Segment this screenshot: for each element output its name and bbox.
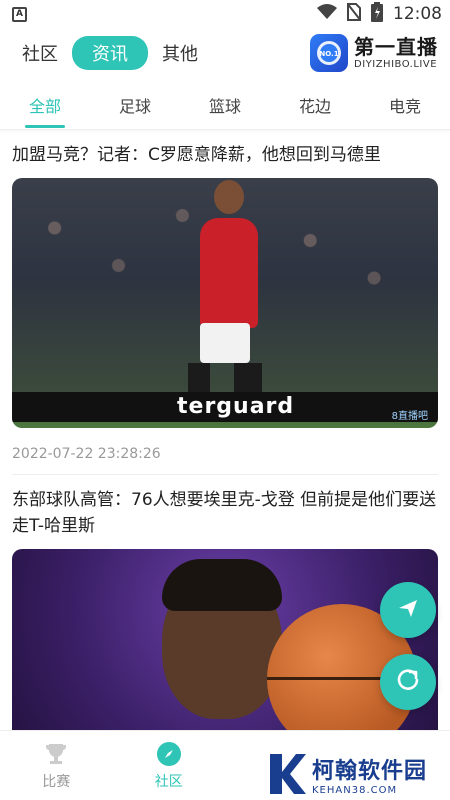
status-time: 12:08 [393,4,442,24]
brand-name: 第一直播 [354,34,438,59]
refresh-icon [396,668,420,696]
image-watermark: 8直播吧 [391,411,428,422]
battery-icon [371,1,383,27]
tab-community[interactable]: 社区 [16,36,64,70]
image-player-shirt [200,218,258,328]
category-basketball[interactable]: 篮球 [205,80,245,130]
brand: NO.1 第一直播 DIYIZHIBO.LIVE [310,34,438,72]
kehan-logo-icon [266,752,306,796]
category-gossip[interactable]: 花边 [295,80,335,130]
nav-matches-label: 比赛 [42,773,71,790]
article-title[interactable]: 东部球队高管：76人想要埃里克-戈登 但前提是他们要送走T-哈里斯 [12,475,438,539]
tab-news[interactable]: 资讯 [72,36,148,70]
image-player-head [214,180,244,214]
refresh-fab-button[interactable] [380,654,436,710]
category-bar: 全部 足球 篮球 花边 电竞 [0,80,450,130]
nav-matches[interactable]: 比赛 [0,731,113,800]
category-football[interactable]: 足球 [115,80,155,130]
article-timestamp: 2022-07-22 23:28:26 [12,428,438,475]
send-fab-button[interactable] [380,582,436,638]
article-card[interactable]: 加盟马竞？记者：C罗愿意降薪，他想回到马德里 terguard 8直播吧 202… [0,130,450,475]
article-image[interactable]: terguard 8直播吧 [12,178,438,428]
nav-community[interactable]: 社区 [113,731,226,800]
nav-community-label: 社区 [154,773,183,790]
status-bar: A 12:08 [0,0,450,28]
status-left: A [12,6,27,22]
kehan-url: KEHAN38.COM [312,784,398,796]
news-feed: 加盟马竞？记者：C罗愿意降薪，他想回到马德里 terguard 8直播吧 202… [0,130,450,730]
tab-other[interactable]: 其他 [156,36,204,70]
send-icon [397,597,419,623]
kehan-text: 柯翰软件园 KEHAN38.COM [312,753,427,796]
status-right: 12:08 [317,1,442,27]
brand-url: DIYIZHIBO.LIVE [354,58,438,70]
wifi-icon [317,3,337,25]
top-header: 社区 资讯 其他 NO.1 第一直播 DIYIZHIBO.LIVE [0,28,450,78]
article-title[interactable]: 加盟马竞？记者：C罗愿意降薪，他想回到马德里 [12,130,438,168]
trophy-icon [43,741,69,767]
category-esports[interactable]: 电竞 [385,80,425,130]
kehan-name: 柯翰软件园 [312,758,428,784]
brand-text: 第一直播 DIYIZHIBO.LIVE [354,37,438,70]
image-player-shorts [200,323,250,363]
site-watermark: 柯翰软件园 KEHAN38.COM [266,748,450,800]
image-ad-board: terguard [12,392,438,422]
compass-icon [156,741,182,767]
brand-logo-icon: NO.1 [310,34,348,72]
image-player-hair [162,559,282,611]
brand-logo-text: NO.1 [319,50,338,58]
app-notification-icon: A [12,6,27,22]
no-sim-icon [346,1,362,26]
category-all[interactable]: 全部 [24,80,66,130]
article-image[interactable] [12,549,438,730]
